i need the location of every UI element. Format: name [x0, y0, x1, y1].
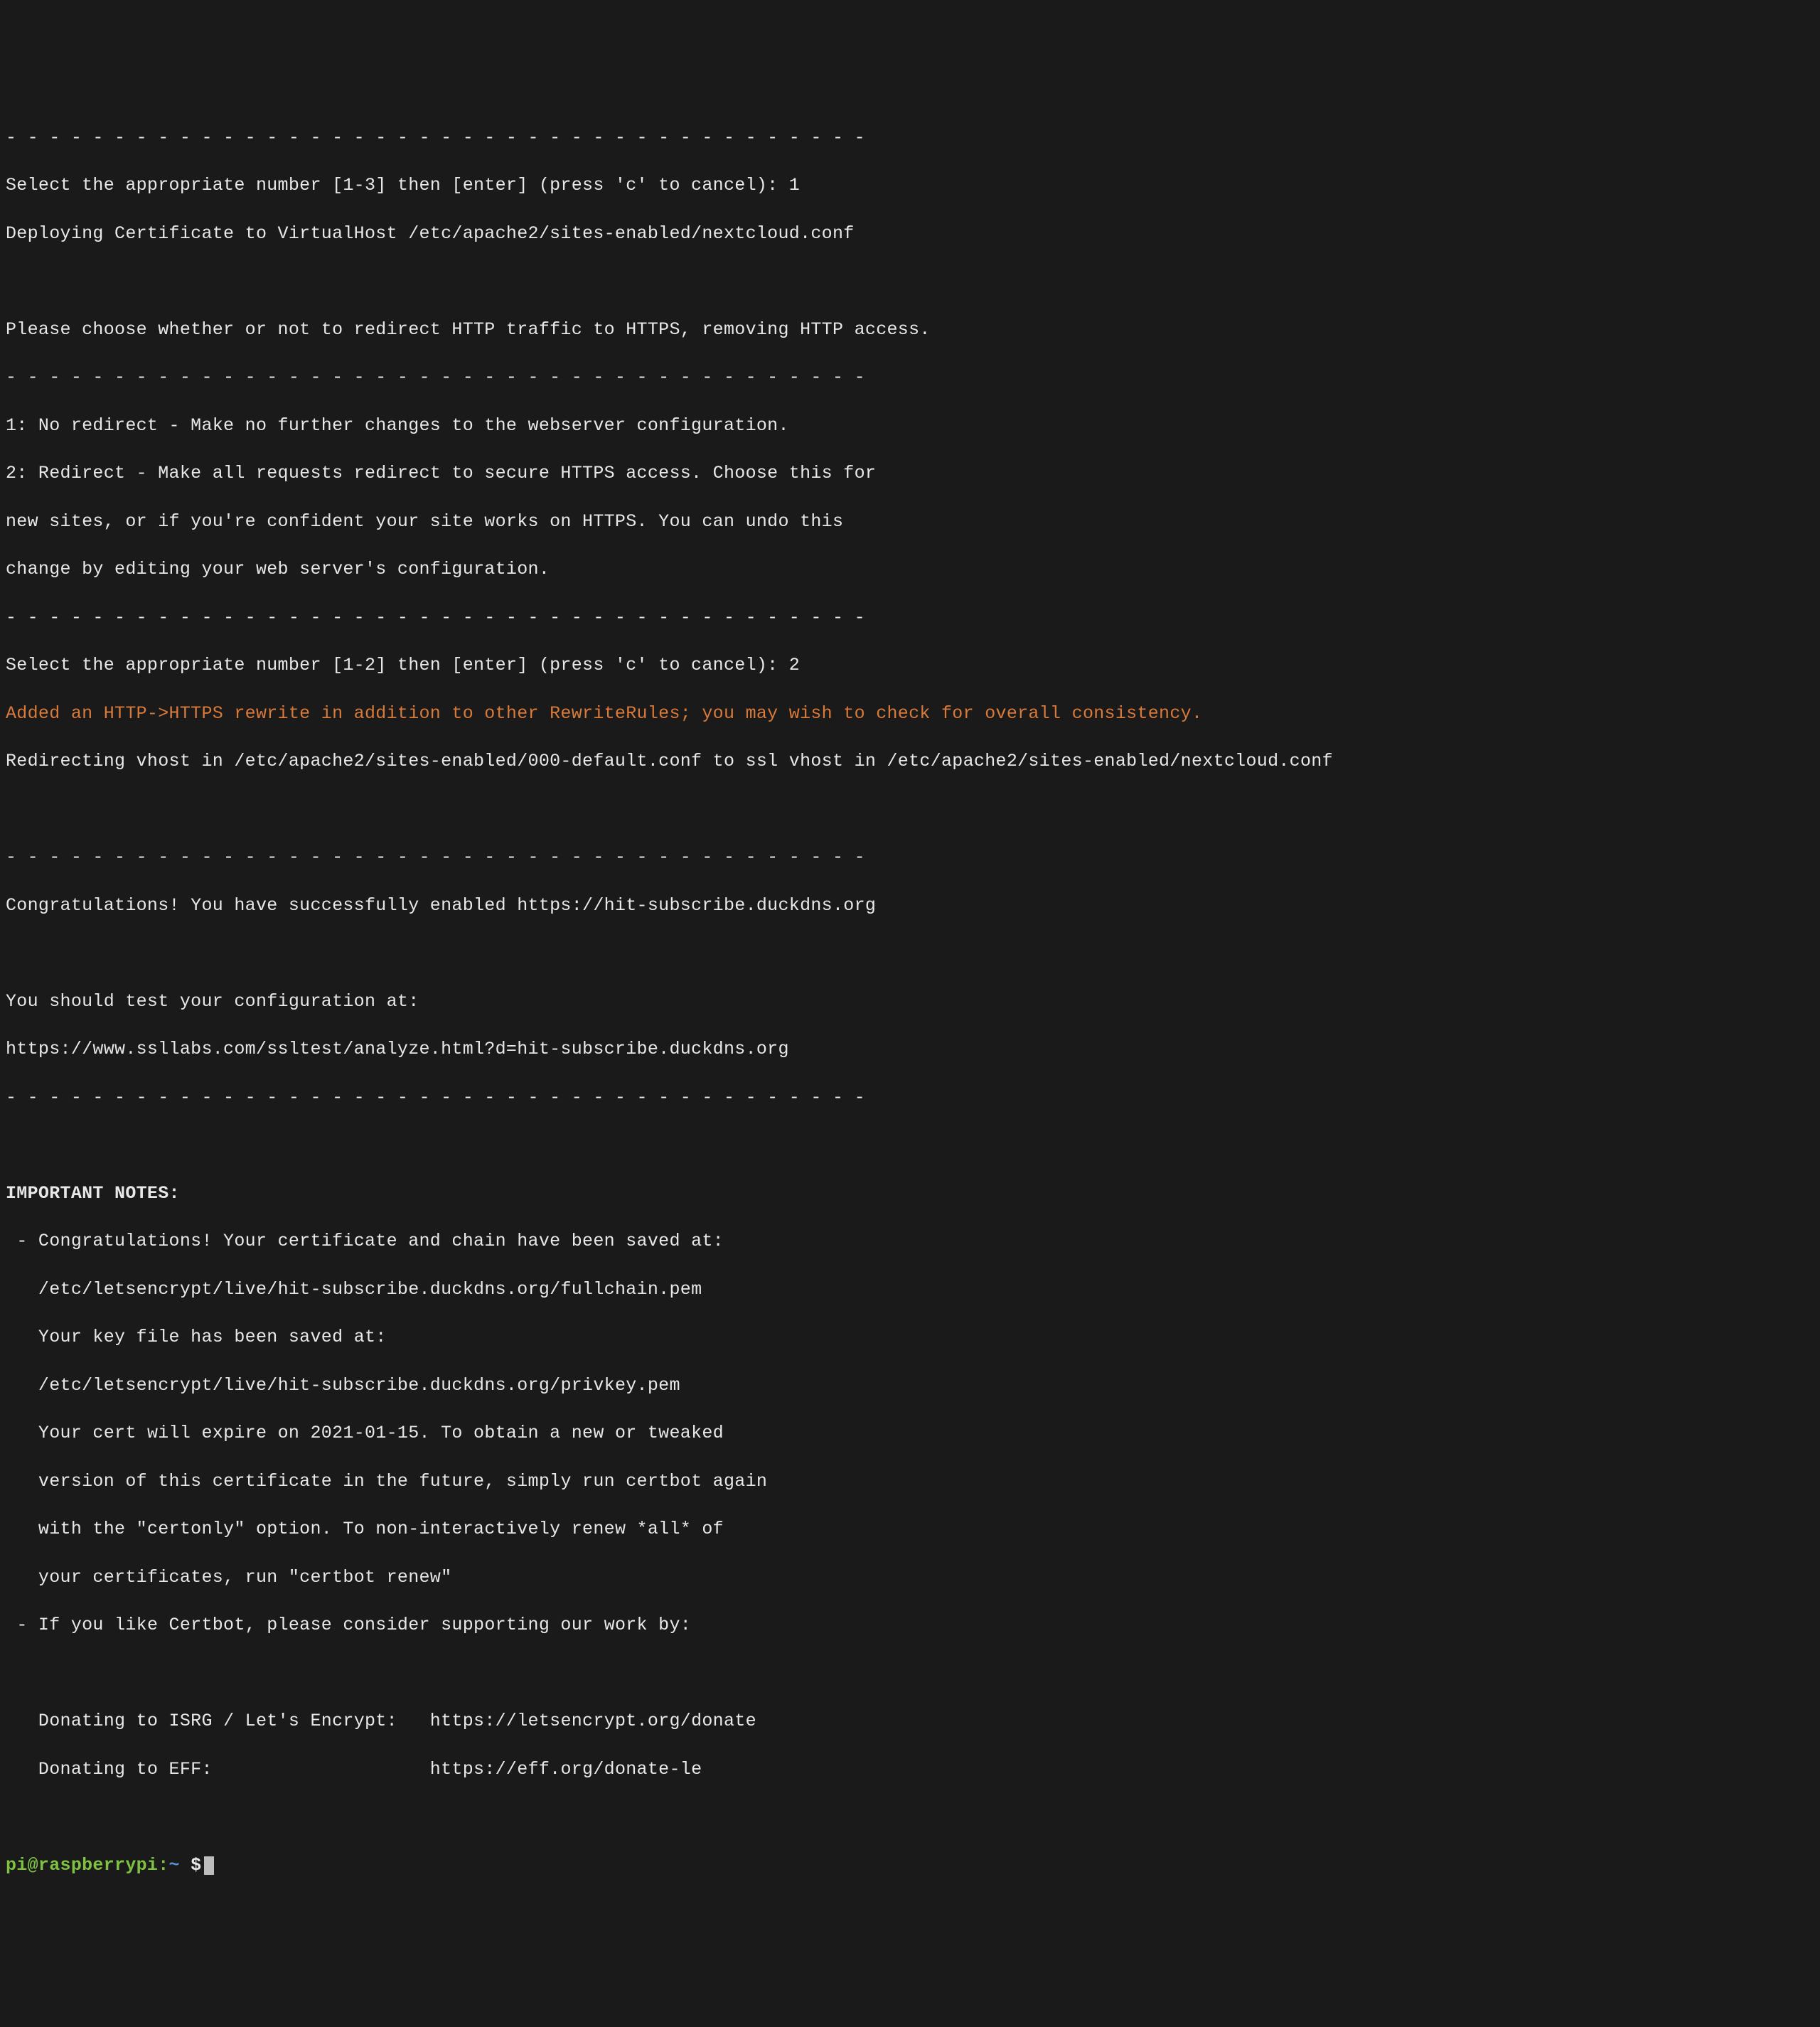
output-line: Your cert will expire on 2021-01-15. To …	[6, 1421, 1814, 1445]
output-line: Select the appropriate number [1-3] then…	[6, 173, 1814, 198]
output-line	[6, 941, 1814, 966]
output-line: - - - - - - - - - - - - - - - - - - - - …	[6, 606, 1814, 630]
output-line: Donating to ISRG / Let's Encrypt: https:…	[6, 1709, 1814, 1733]
output-line	[6, 1133, 1814, 1157]
output-line	[6, 798, 1814, 822]
output-line: 2: Redirect - Make all requests redirect…	[6, 461, 1814, 486]
output-line: Select the appropriate number [1-2] then…	[6, 653, 1814, 678]
output-line: 1: No redirect - Make no further changes…	[6, 414, 1814, 438]
output-line	[6, 269, 1814, 294]
output-line: your certificates, run "certbot renew"	[6, 1566, 1814, 1590]
output-line: Deploying Certificate to VirtualHost /et…	[6, 222, 1814, 246]
terminal-output: - - - - - - - - - - - - - - - - - - - - …	[6, 102, 1814, 1901]
output-line: - - - - - - - - - - - - - - - - - - - - …	[6, 365, 1814, 390]
output-warning-line: Added an HTTP->HTTPS rewrite in addition…	[6, 702, 1814, 726]
output-line: Redirecting vhost in /etc/apache2/sites-…	[6, 749, 1814, 774]
output-line: change by editing your web server's conf…	[6, 557, 1814, 582]
output-line: - Congratulations! Your certificate and …	[6, 1229, 1814, 1253]
output-line: version of this certificate in the futur…	[6, 1470, 1814, 1494]
output-line: - - - - - - - - - - - - - - - - - - - - …	[6, 845, 1814, 870]
output-line: Please choose whether or not to redirect…	[6, 318, 1814, 342]
output-line: Congratulations! You have successfully e…	[6, 894, 1814, 918]
output-line	[6, 1662, 1814, 1686]
output-line	[6, 1805, 1814, 1829]
prompt-user-host: pi@raspberrypi	[6, 1854, 158, 1878]
output-line: /etc/letsencrypt/live/hit-subscribe.duck…	[6, 1278, 1814, 1302]
output-line: - - - - - - - - - - - - - - - - - - - - …	[6, 126, 1814, 150]
important-notes-heading: IMPORTANT NOTES:	[6, 1182, 1814, 1206]
output-line: Donating to EFF: https://eff.org/donate-…	[6, 1758, 1814, 1782]
output-line: Your key file has been saved at:	[6, 1325, 1814, 1349]
output-line: with the "certonly" option. To non-inter…	[6, 1517, 1814, 1541]
output-line: https://www.ssllabs.com/ssltest/analyze.…	[6, 1037, 1814, 1061]
output-line: /etc/letsencrypt/live/hit-subscribe.duck…	[6, 1374, 1814, 1398]
output-line: - - - - - - - - - - - - - - - - - - - - …	[6, 1086, 1814, 1110]
output-line: You should test your configuration at:	[6, 990, 1814, 1014]
output-line: - If you like Certbot, please consider s…	[6, 1613, 1814, 1637]
cursor-icon	[204, 1856, 214, 1875]
prompt-dollar: $	[191, 1854, 201, 1878]
shell-prompt[interactable]: pi@raspberrypi:~ $	[6, 1854, 1814, 1878]
prompt-path: ~	[169, 1854, 191, 1878]
prompt-colon: :	[158, 1854, 168, 1878]
output-line: new sites, or if you're confident your s…	[6, 510, 1814, 534]
